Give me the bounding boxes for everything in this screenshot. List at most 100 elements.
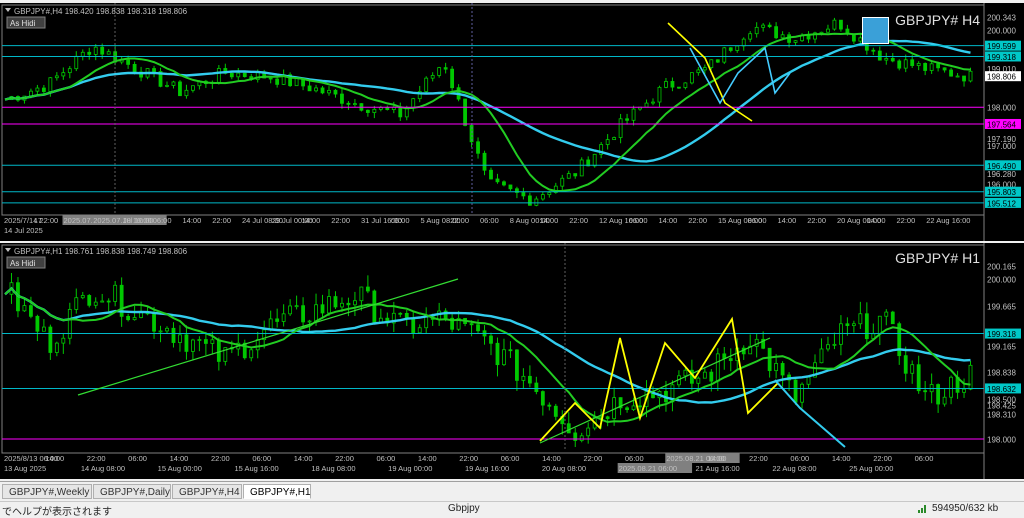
candle-body [93,301,98,306]
candle-body [502,349,506,366]
time-label: 22 Aug 08:00 [772,464,816,473]
price-label: 195.512 [987,199,1016,208]
plot-frame [1,4,985,216]
candle-body [171,327,176,343]
candle-body [80,51,85,57]
candle-body [806,35,811,40]
candle-body [216,68,221,83]
projection-line [774,379,846,448]
candle-body [780,34,785,39]
candle-body [923,63,928,71]
candle-body [476,141,480,154]
fast-moving-average-line [4,287,971,424]
chart-info-text: GBPJPY#,H4 198.420 198.838 198.318 198.8… [14,7,188,16]
candle-body [411,98,416,108]
candle-body [851,323,856,326]
slow-moving-average-line [4,286,971,404]
candle-body [793,379,798,403]
candle-body [152,68,156,72]
candle-body [521,375,526,381]
indicator-badge-label: As Hidi [10,259,36,268]
time-label: 14:00 [45,454,64,463]
time-label: 22 Aug 16:00 [926,216,970,225]
price-label: 199.599 [987,42,1016,51]
candle-body [132,317,137,321]
candle-body [748,33,753,40]
time-label: 22:00 [688,216,707,225]
candle-body [547,192,552,195]
h4-chart-panel[interactable]: 200.343 200.000 199.599 199.318 199.010 198.8… [0,3,1024,241]
time-label: 15 Aug 00:00 [158,464,202,473]
candle-body [495,342,500,366]
candle-body [398,312,403,315]
candle-body [469,323,474,326]
time-label: 22:00 [335,454,354,463]
candle-body [955,75,960,78]
candle-body [521,192,526,197]
candle-body [638,405,642,408]
time-label: 06:00 [629,216,648,225]
candle-body [35,315,40,332]
time-label: 06:00 [252,454,271,463]
tab-weekly[interactable]: GBPJPY#,Weekly [2,484,92,499]
candle-body [294,305,299,308]
tab-label: GBPJPY#,H4 [179,487,240,498]
candle-body [683,82,688,88]
candle-body [106,300,111,303]
candle-body [677,86,681,89]
tab-daily[interactable]: GBPJPY#,Daily [93,484,171,499]
candle-body [236,72,241,78]
candle-body [203,339,208,344]
candle-body [702,371,707,379]
collapse-arrow-icon [5,8,11,12]
candle-body [508,184,513,190]
candle-body [858,313,863,325]
candle-body [826,344,830,350]
candle-body [864,313,869,340]
trendline [77,278,459,396]
candle-body [793,40,798,43]
price-label: 197.564 [987,120,1016,129]
h1-chart-panel[interactable]: 200.165 200.000 199.665 199.318 199.165 198.8… [0,243,1024,479]
candle-body [100,300,105,303]
candle-body [126,59,131,65]
candle-body [592,153,597,167]
candle-body [631,405,636,411]
price-label: 195.803 [987,188,1016,197]
candle-body [754,26,759,35]
candle-body [346,302,351,306]
candle-body [897,60,902,69]
tab-h1[interactable]: GBPJPY#,H1 [243,484,311,499]
candle-body [657,86,662,103]
time-label: 19 Aug 00:00 [388,464,432,473]
price-label: 199.665 [987,302,1016,311]
candle-body [489,169,493,180]
candle-body [819,348,824,364]
candle-body [35,87,40,92]
status-traffic: 594950/632 kb [932,503,999,514]
candle-body [890,311,895,325]
time-label: 22:00 [87,454,106,463]
candle-body [249,349,254,359]
candle-body [579,435,584,441]
candle-body [171,81,176,86]
tab-h4[interactable]: GBPJPY#,H4 [172,484,242,499]
candle-body [696,69,701,74]
candle-body [67,68,72,74]
candle-body [644,102,649,108]
candle-body [534,382,539,392]
candle-body [333,89,338,95]
candle-body [618,118,623,138]
candle-body [761,24,766,28]
candle-body [184,334,189,352]
candle-body [625,407,629,411]
candle-body [651,101,655,104]
candles [9,273,973,448]
candle-body [365,286,370,292]
chart-symbol-title: GBPJPY# H4 [895,12,980,28]
candle-body [826,28,830,33]
candle-body [255,339,260,351]
candle-body [540,194,545,200]
time-label: 06:00 [625,454,644,463]
h1-chart-canvas[interactable]: 200.165 200.000 199.665 199.318 199.165 198.8… [0,243,1024,479]
